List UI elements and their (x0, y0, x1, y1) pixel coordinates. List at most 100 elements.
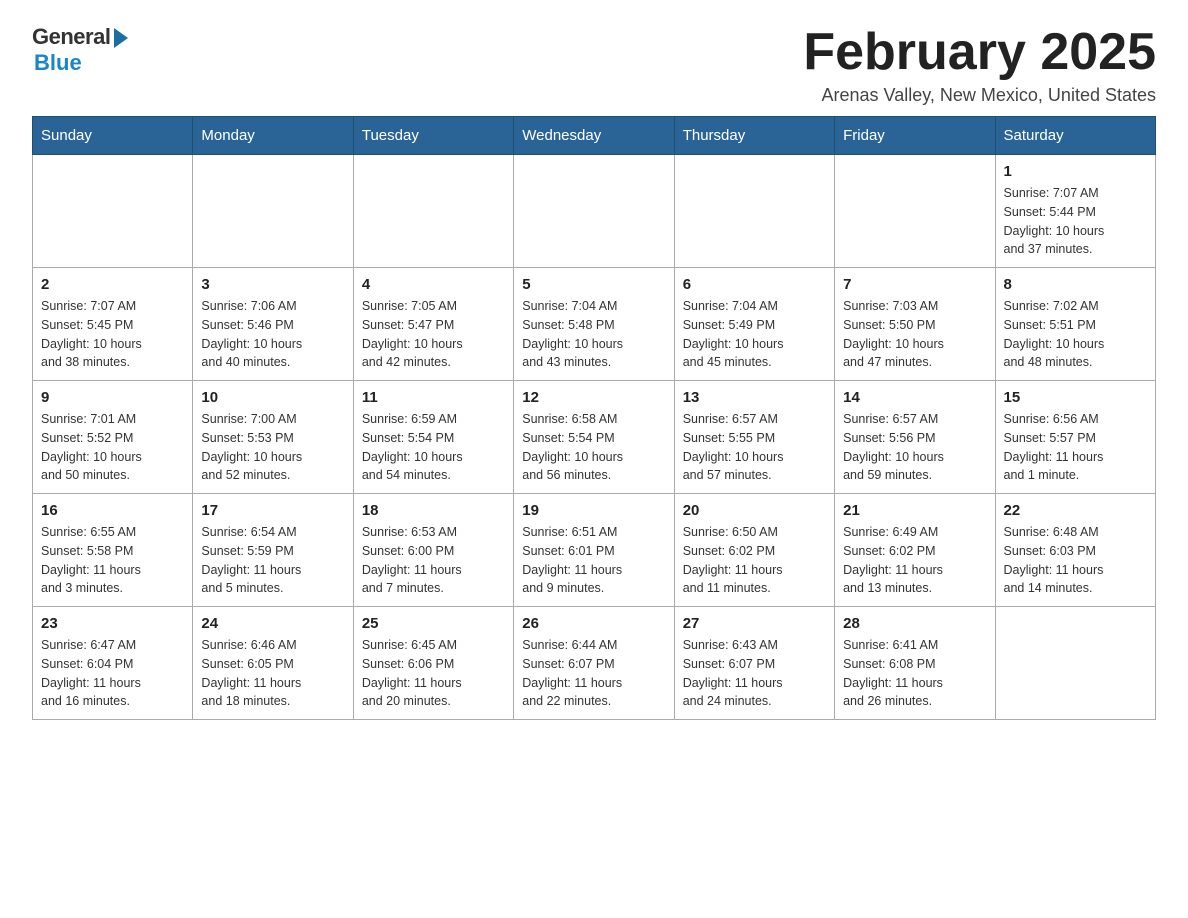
day-info: Sunrise: 6:59 AMSunset: 5:54 PMDaylight:… (362, 410, 505, 485)
table-row: 13 Sunrise: 6:57 AMSunset: 5:55 PMDayligh… (674, 381, 834, 494)
day-number: 22 (1004, 502, 1147, 519)
day-number: 20 (683, 502, 826, 519)
day-info: Sunrise: 6:56 AMSunset: 5:57 PMDaylight:… (1004, 410, 1147, 485)
day-number: 5 (522, 276, 665, 293)
day-info: Sunrise: 6:50 AMSunset: 6:02 PMDaylight:… (683, 523, 826, 598)
table-row: 4 Sunrise: 7:05 AMSunset: 5:47 PMDaylight… (353, 268, 513, 381)
col-tuesday: Tuesday (353, 117, 513, 155)
table-row: 21Sunrise: 6:49 AMSunset: 6:02 PMDayligh… (835, 494, 995, 607)
table-row: 27 Sunrise: 6:43 AMSunset: 6:07 PMDayligh… (674, 607, 834, 720)
table-row: 5 Sunrise: 7:04 AMSunset: 5:48 PMDaylight… (514, 268, 674, 381)
table-row: 7 Sunrise: 7:03 AMSunset: 5:50 PMDaylight… (835, 268, 995, 381)
day-number: 26 (522, 615, 665, 632)
day-info: Sunrise: 6:47 AMSunset: 6:04 PMDaylight:… (41, 636, 184, 711)
day-number: 15 (1004, 389, 1147, 406)
day-info: Sunrise: 6:44 AMSunset: 6:07 PMDaylight:… (522, 636, 665, 711)
table-row: 6 Sunrise: 7:04 AMSunset: 5:49 PMDaylight… (674, 268, 834, 381)
day-number: 19 (522, 502, 665, 519)
day-info: Sunrise: 6:51 AMSunset: 6:01 PMDaylight:… (522, 523, 665, 598)
table-row: 3 Sunrise: 7:06 AMSunset: 5:46 PMDaylight… (193, 268, 353, 381)
day-number: 6 (683, 276, 826, 293)
day-info: Sunrise: 7:03 AMSunset: 5:50 PMDaylight:… (843, 297, 986, 372)
table-row: 26 Sunrise: 6:44 AMSunset: 6:07 PMDayligh… (514, 607, 674, 720)
table-row: 19 Sunrise: 6:51 AMSunset: 6:01 PMDayligh… (514, 494, 674, 607)
day-number: 2 (41, 276, 184, 293)
logo: General Blue (32, 24, 128, 76)
day-info: Sunrise: 6:43 AMSunset: 6:07 PMDaylight:… (683, 636, 826, 711)
day-info: Sunrise: 7:05 AMSunset: 5:47 PMDaylight:… (362, 297, 505, 372)
day-number: 9 (41, 389, 184, 406)
day-info: Sunrise: 6:57 AMSunset: 5:55 PMDaylight:… (683, 410, 826, 485)
table-row: 24 Sunrise: 6:46 AMSunset: 6:05 PMDayligh… (193, 607, 353, 720)
table-row: 17 Sunrise: 6:54 AMSunset: 5:59 PMDayligh… (193, 494, 353, 607)
day-info: Sunrise: 7:07 AMSunset: 5:44 PMDaylight:… (1004, 184, 1147, 259)
logo-triangle-icon (114, 28, 128, 48)
day-info: Sunrise: 6:41 AMSunset: 6:08 PMDaylight:… (843, 636, 986, 711)
calendar-week-4: 16Sunrise: 6:55 AMSunset: 5:58 PMDayligh… (33, 494, 1156, 607)
calendar-week-1: 1Sunrise: 7:07 AMSunset: 5:44 PMDaylight… (33, 155, 1156, 268)
day-info: Sunrise: 7:06 AMSunset: 5:46 PMDaylight:… (201, 297, 344, 372)
day-number: 12 (522, 389, 665, 406)
table-row: 25 Sunrise: 6:45 AMSunset: 6:06 PMDayligh… (353, 607, 513, 720)
day-number: 23 (41, 615, 184, 632)
table-row: 9Sunrise: 7:01 AMSunset: 5:52 PMDaylight… (33, 381, 193, 494)
day-number: 17 (201, 502, 344, 519)
col-saturday: Saturday (995, 117, 1155, 155)
day-info: Sunrise: 6:48 AMSunset: 6:03 PMDaylight:… (1004, 523, 1147, 598)
day-info: Sunrise: 6:46 AMSunset: 6:05 PMDaylight:… (201, 636, 344, 711)
day-info: Sunrise: 7:04 AMSunset: 5:49 PMDaylight:… (683, 297, 826, 372)
col-thursday: Thursday (674, 117, 834, 155)
logo-blue-text: Blue (34, 50, 82, 76)
day-number: 8 (1004, 276, 1147, 293)
table-row: 1Sunrise: 7:07 AMSunset: 5:44 PMDaylight… (995, 155, 1155, 268)
day-info: Sunrise: 7:04 AMSunset: 5:48 PMDaylight:… (522, 297, 665, 372)
calendar-week-2: 2 Sunrise: 7:07 AMSunset: 5:45 PMDaylight… (33, 268, 1156, 381)
col-wednesday: Wednesday (514, 117, 674, 155)
table-row: 28Sunrise: 6:41 AMSunset: 6:08 PMDayligh… (835, 607, 995, 720)
calendar-week-5: 23 Sunrise: 6:47 AMSunset: 6:04 PMDayligh… (33, 607, 1156, 720)
col-monday: Monday (193, 117, 353, 155)
table-row (353, 155, 513, 268)
day-number: 3 (201, 276, 344, 293)
day-number: 4 (362, 276, 505, 293)
day-number: 21 (843, 502, 986, 519)
table-row: 12Sunrise: 6:58 AMSunset: 5:54 PMDayligh… (514, 381, 674, 494)
day-info: Sunrise: 7:07 AMSunset: 5:45 PMDaylight:… (41, 297, 184, 372)
table-row: 16Sunrise: 6:55 AMSunset: 5:58 PMDayligh… (33, 494, 193, 607)
location-subtitle: Arenas Valley, New Mexico, United States (803, 85, 1156, 106)
table-row (674, 155, 834, 268)
day-info: Sunrise: 7:00 AMSunset: 5:53 PMDaylight:… (201, 410, 344, 485)
col-friday: Friday (835, 117, 995, 155)
table-row (514, 155, 674, 268)
calendar-table: Sunday Monday Tuesday Wednesday Thursday… (32, 116, 1156, 720)
day-info: Sunrise: 6:45 AMSunset: 6:06 PMDaylight:… (362, 636, 505, 711)
day-number: 14 (843, 389, 986, 406)
table-row: 20 Sunrise: 6:50 AMSunset: 6:02 PMDayligh… (674, 494, 834, 607)
day-info: Sunrise: 6:53 AMSunset: 6:00 PMDaylight:… (362, 523, 505, 598)
table-row: 14 Sunrise: 6:57 AMSunset: 5:56 PMDayligh… (835, 381, 995, 494)
table-row (835, 155, 995, 268)
day-info: Sunrise: 6:57 AMSunset: 5:56 PMDaylight:… (843, 410, 986, 485)
table-row: 8 Sunrise: 7:02 AMSunset: 5:51 PMDaylight… (995, 268, 1155, 381)
title-block: February 2025 Arenas Valley, New Mexico,… (803, 24, 1156, 106)
table-row: 10 Sunrise: 7:00 AMSunset: 5:53 PMDayligh… (193, 381, 353, 494)
day-info: Sunrise: 6:54 AMSunset: 5:59 PMDaylight:… (201, 523, 344, 598)
table-row (995, 607, 1155, 720)
day-number: 13 (683, 389, 826, 406)
day-number: 16 (41, 502, 184, 519)
day-number: 10 (201, 389, 344, 406)
calendar-week-3: 9Sunrise: 7:01 AMSunset: 5:52 PMDaylight… (33, 381, 1156, 494)
table-row: 18 Sunrise: 6:53 AMSunset: 6:00 PMDayligh… (353, 494, 513, 607)
table-row: 2 Sunrise: 7:07 AMSunset: 5:45 PMDaylight… (33, 268, 193, 381)
table-row: 23 Sunrise: 6:47 AMSunset: 6:04 PMDayligh… (33, 607, 193, 720)
day-number: 25 (362, 615, 505, 632)
month-title: February 2025 (803, 24, 1156, 81)
day-number: 18 (362, 502, 505, 519)
day-info: Sunrise: 7:02 AMSunset: 5:51 PMDaylight:… (1004, 297, 1147, 372)
day-number: 7 (843, 276, 986, 293)
table-row: 15 Sunrise: 6:56 AMSunset: 5:57 PMDayligh… (995, 381, 1155, 494)
day-number: 27 (683, 615, 826, 632)
logo-general-text: General (32, 24, 110, 50)
day-number: 24 (201, 615, 344, 632)
day-number: 11 (362, 389, 505, 406)
